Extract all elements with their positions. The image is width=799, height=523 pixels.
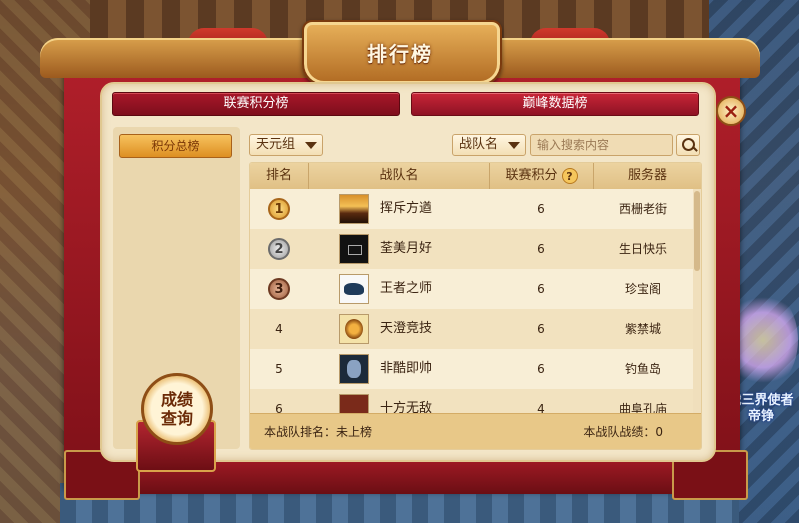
team-status-footer: 本战队排名：未上榜 本战队战绩：0 [250, 413, 701, 449]
search-field-select[interactable]: 战队名 [452, 134, 526, 156]
triangle-down-icon [508, 142, 520, 149]
sunset-logo-icon [339, 194, 369, 224]
column-header-score: 联赛积分? [489, 163, 593, 189]
server-cell: 紫禁城 [624, 322, 661, 336]
team-cell: 挥斥方遒 [308, 189, 489, 229]
table-row[interactable]: 1 挥斥方遒 6 西栅老街 [250, 189, 693, 229]
team-cell: 非酷即帅 [308, 349, 489, 389]
help-icon[interactable]: ? [561, 167, 578, 184]
score-cell: 6 [537, 282, 545, 296]
group-select[interactable]: 天元组 [249, 134, 323, 156]
window-title: 排行榜 [367, 42, 433, 66]
score-cell: 6 [537, 362, 545, 376]
table-header: 排名 战队名 联赛积分? 服务器 [250, 163, 701, 189]
server-cell: 生日快乐 [618, 242, 667, 256]
rank-cell: 5 [275, 362, 283, 376]
column-header-score-label: 联赛积分 [505, 168, 558, 183]
my-team-rank: 本战队排名：未上榜 [264, 425, 373, 439]
team-cell: 荃美月好 [308, 229, 489, 269]
close-button[interactable]: × [716, 96, 746, 126]
rank-cell: 1 [250, 189, 308, 229]
rank-cell: 4 [275, 322, 283, 336]
search-field-select-value: 战队名 [459, 137, 499, 152]
dark-emblem-logo-icon [339, 234, 369, 264]
score-cell: 6 [537, 242, 545, 256]
team-name: 王者之师 [380, 281, 433, 296]
group-select-value: 天元组 [256, 137, 296, 152]
close-icon: × [722, 99, 740, 123]
rank-cell: 2 [250, 229, 308, 269]
tab-league-points[interactable]: 联赛积分榜 [112, 92, 400, 116]
team-name: 天澄竞技 [380, 321, 433, 336]
my-team-record: 本战队战绩：0 [583, 425, 663, 439]
table-row[interactable]: 5 非酷即帅 6 钓鱼岛 [250, 349, 693, 389]
search-icon-handle [692, 146, 698, 152]
score-cell: 6 [537, 202, 545, 216]
triangle-down-icon [305, 142, 317, 149]
score-query-button[interactable]: 成绩查询 [141, 373, 213, 445]
bronze-medal-icon: 3 [268, 278, 290, 300]
team-cell: 王者之师 [308, 269, 489, 309]
score-cell: 6 [537, 322, 545, 336]
score-query-label: 成绩查询 [160, 390, 193, 428]
table-scrollbar[interactable] [693, 189, 701, 449]
panther-logo-icon [339, 274, 369, 304]
table-row[interactable]: 4 天澄竞技 6 紫禁城 [250, 309, 693, 349]
server-cell: 西栅老街 [618, 202, 667, 216]
rank-cell: 3 [250, 269, 308, 309]
search-input[interactable] [530, 134, 673, 156]
scrollbar-thumb[interactable] [694, 191, 700, 271]
column-header-server: 服务器 [593, 163, 701, 189]
gold-medal-icon: 1 [268, 198, 290, 220]
portrait-logo-icon [339, 354, 369, 384]
tab-peak-stats[interactable]: 巅峰数据榜 [411, 92, 699, 116]
team-name: 挥斥方遒 [380, 201, 433, 216]
column-header-team: 战队名 [308, 163, 489, 189]
sidebar-item-total-points[interactable]: 积分总榜 [119, 134, 232, 158]
search-button[interactable] [676, 134, 700, 156]
table-row[interactable]: 3 王者之师 6 珍宝阁 [250, 269, 693, 309]
table-row[interactable]: 2 荃美月好 6 生日快乐 [250, 229, 693, 269]
team-name: 荃美月好 [380, 241, 433, 256]
server-cell: 钓鱼岛 [624, 362, 661, 376]
team-cell: 天澄竞技 [308, 309, 489, 349]
lion-logo-icon [339, 314, 369, 344]
column-header-rank: 排名 [265, 168, 292, 183]
server-cell: 珍宝阁 [624, 282, 661, 296]
team-name: 非酷即帅 [380, 361, 433, 376]
ranking-table: 排名 战队名 联赛积分? 服务器 1 挥斥方遒 6 西栅老街 2 荃美月好 6 … [249, 162, 702, 450]
silver-medal-icon: 2 [268, 238, 290, 260]
